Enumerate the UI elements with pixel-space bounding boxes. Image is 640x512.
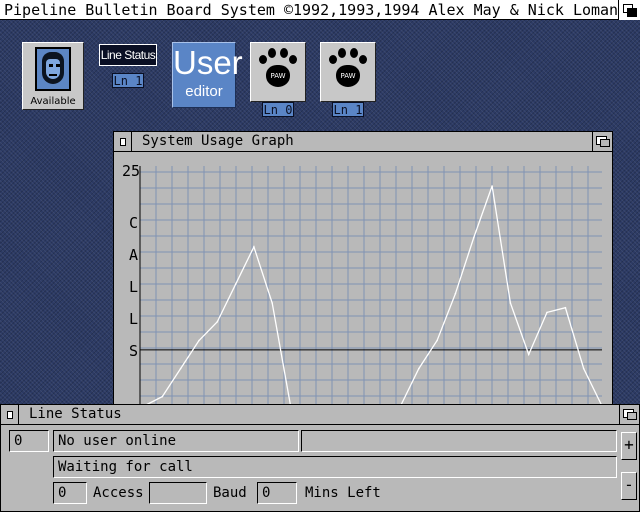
- usage-point-4: [216, 321, 219, 323]
- mins-left-label: Mins Left: [305, 485, 381, 501]
- usage-point-15: [418, 367, 420, 370]
- y-max-label: 25: [122, 162, 140, 180]
- usage-point-22: [546, 311, 548, 314]
- available-caption: Available: [30, 96, 76, 107]
- scroll-down-button[interactable]: -: [621, 472, 637, 500]
- usage-point-20: [509, 302, 512, 304]
- line-status-line-tag: Ln 1: [112, 73, 144, 88]
- screen-title-bar[interactable]: Pipeline Bulletin Board System ©1992,199…: [0, 0, 640, 20]
- system-usage-graph-window: System Usage Graph 25 C A L L S: [113, 131, 613, 421]
- usage-point-24: [582, 367, 585, 370]
- scroll-up-button[interactable]: +: [621, 432, 637, 460]
- close-icon[interactable]: [114, 132, 132, 151]
- paw-icon-1-text: PAW: [340, 72, 356, 80]
- line-status-icon-label: Line Status: [99, 44, 157, 66]
- baud-label: Baud: [213, 485, 247, 501]
- paw-1-line-tag: Ln 1: [332, 102, 364, 117]
- available-icon[interactable]: Available: [22, 42, 84, 110]
- screen-title: Pipeline Bulletin Board System ©1992,199…: [4, 1, 619, 19]
- user-name-field: No user online: [53, 430, 299, 452]
- usage-point-18: [473, 236, 475, 239]
- access-value-field: 0: [53, 482, 87, 504]
- side-letter-a: A: [129, 246, 138, 264]
- usage-point-6: [253, 246, 255, 248]
- baud-value-field: [149, 482, 207, 504]
- usage-point-7: [271, 302, 273, 304]
- user-editor-icon[interactable]: User editor: [172, 42, 243, 108]
- paw-icon-line-0[interactable]: PAW: [250, 42, 306, 102]
- usage-point-1: [161, 395, 164, 398]
- usage-graph-svg: 25 C A L L S: [122, 162, 603, 420]
- usage-point-16: [436, 339, 438, 342]
- usage-series-line: [143, 185, 603, 407]
- usage-point-2: [179, 367, 182, 370]
- mins-left-value-field: 0: [257, 482, 297, 504]
- screen-depth-gadget-icon[interactable]: [618, 0, 640, 20]
- line-status-icon[interactable]: Line Status Ln 1: [99, 44, 157, 88]
- usage-point-23: [564, 306, 567, 309]
- usage-point-3: [198, 339, 200, 342]
- access-label: Access: [93, 485, 144, 501]
- status-window-title: Line Status: [29, 406, 122, 422]
- paw-icon-0-text: PAW: [270, 72, 286, 80]
- usage-point-21: [527, 353, 530, 356]
- line-number-field: 0: [9, 430, 49, 452]
- zoom-icon[interactable]: [592, 132, 612, 151]
- status-window-titlebar[interactable]: Line Status: [1, 405, 639, 425]
- user-face-image: [35, 47, 71, 91]
- user-editor-big-label: User: [173, 44, 243, 81]
- side-letter-c: C: [129, 214, 138, 232]
- side-letter-s: S: [129, 342, 138, 360]
- usage-graph: 25 C A L L S: [114, 152, 612, 420]
- usage-point-17: [454, 292, 457, 295]
- close-icon[interactable]: [1, 405, 19, 424]
- line-status-window: Line Status 0 No user online Waiting for…: [0, 404, 640, 512]
- paw-icon-line-1[interactable]: PAW: [320, 42, 376, 102]
- user-editor-small-label: editor: [185, 83, 223, 100]
- user-extra-field: [301, 430, 617, 452]
- graph-window-titlebar[interactable]: System Usage Graph: [114, 132, 612, 152]
- graph-window-title: System Usage Graph: [142, 133, 294, 149]
- usage-point-19: [491, 185, 493, 187]
- side-letter-l1: L: [129, 278, 138, 296]
- side-letter-l2: L: [129, 310, 138, 328]
- usage-point-5: [234, 283, 237, 286]
- call-status-field: Waiting for call: [53, 456, 617, 478]
- paw-0-line-tag: Ln 0: [262, 102, 294, 117]
- zoom-icon[interactable]: [619, 405, 639, 424]
